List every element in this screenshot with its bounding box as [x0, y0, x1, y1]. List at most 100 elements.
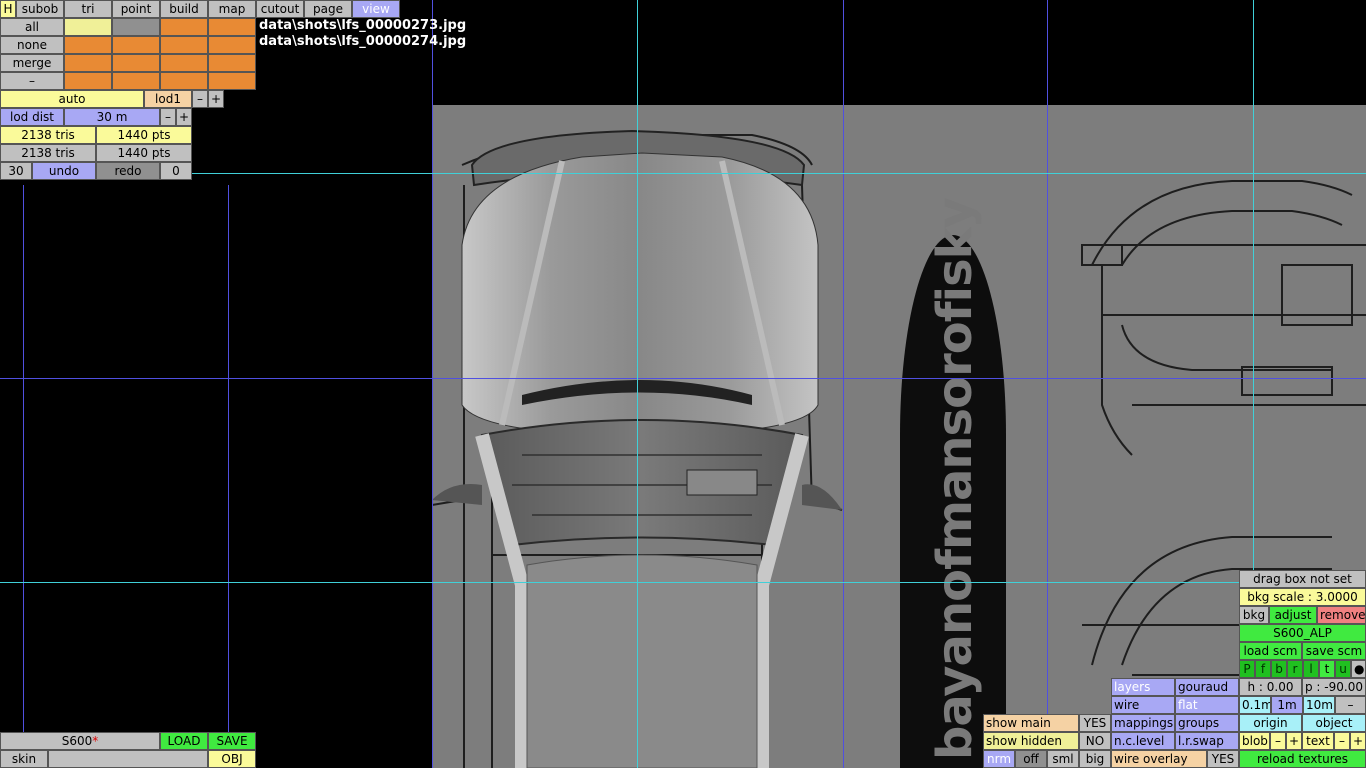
skin-field[interactable]: [48, 750, 208, 768]
tab-view[interactable]: view: [352, 0, 400, 18]
mappings-button[interactable]: mappings: [1111, 714, 1175, 732]
tab-page[interactable]: page: [304, 0, 352, 18]
sel-cell[interactable]: [160, 72, 208, 90]
drag-box-status: drag box not set: [1239, 570, 1366, 588]
lod-dist-minus-button[interactable]: –: [160, 108, 176, 126]
sel-cell[interactable]: [208, 18, 256, 36]
select-all-button[interactable]: all: [0, 18, 64, 36]
reload-textures-button[interactable]: reload textures: [1239, 750, 1366, 768]
layers-button[interactable]: layers: [1111, 678, 1175, 696]
origin-button[interactable]: origin: [1239, 714, 1302, 732]
tab-build[interactable]: build: [160, 0, 208, 18]
text-minus-button[interactable]: –: [1334, 732, 1350, 750]
lod-dist-label: lod dist: [0, 108, 64, 126]
step-0-1m-button[interactable]: 0.1m: [1239, 696, 1271, 714]
view-l-button[interactable]: l: [1303, 660, 1319, 678]
show-hidden-button[interactable]: show hidden: [983, 732, 1079, 750]
obj-button[interactable]: OBJ: [208, 750, 256, 768]
show-main-value[interactable]: YES: [1079, 714, 1111, 732]
bkg-scale[interactable]: bkg scale : 3.0000: [1239, 588, 1366, 606]
text-button[interactable]: text: [1302, 732, 1334, 750]
sel-cell[interactable]: [208, 72, 256, 90]
save-scm-button[interactable]: save scm: [1302, 642, 1366, 660]
view-big-button[interactable]: big: [1079, 750, 1111, 768]
adjust-button[interactable]: adjust: [1269, 606, 1317, 624]
view-p-button[interactable]: P: [1239, 660, 1255, 678]
blob-plus-button[interactable]: +: [1286, 732, 1302, 750]
sel-cell[interactable]: [112, 54, 160, 72]
select-none-button[interactable]: none: [0, 36, 64, 54]
wire-overlay-value[interactable]: YES: [1207, 750, 1239, 768]
sel-cell[interactable]: [64, 72, 112, 90]
view-r-button[interactable]: r: [1287, 660, 1303, 678]
sel-cell[interactable]: [160, 54, 208, 72]
step-1m-button[interactable]: 1m: [1271, 696, 1303, 714]
tab-map[interactable]: map: [208, 0, 256, 18]
view-f-button[interactable]: f: [1255, 660, 1271, 678]
undo-button[interactable]: undo: [32, 162, 96, 180]
axis-line-h: [0, 582, 1366, 583]
axis-line-v: [637, 0, 638, 768]
remove-button[interactable]: remove: [1317, 606, 1366, 624]
tab-tri[interactable]: tri: [64, 0, 112, 18]
step-minus-button[interactable]: –: [1335, 696, 1366, 714]
redo-button[interactable]: redo: [96, 162, 160, 180]
lod-minus-button[interactable]: –: [192, 90, 208, 108]
load-button[interactable]: LOAD: [160, 732, 208, 750]
merge-button[interactable]: merge: [0, 54, 64, 72]
sel-cell[interactable]: [112, 36, 160, 54]
view-dot-button[interactable]: ●: [1351, 660, 1366, 678]
axis-line-h: [190, 173, 1366, 174]
sel-cell[interactable]: [160, 18, 208, 36]
sel-cell[interactable]: [112, 18, 160, 36]
dash-button[interactable]: –: [0, 72, 64, 90]
tab-subob[interactable]: subob: [16, 0, 64, 18]
screenshot-message: data\shots\lfs_00000273.jpg: [259, 18, 467, 33]
load-scm-button[interactable]: load scm: [1239, 642, 1302, 660]
wire-overlay-button[interactable]: wire overlay: [1111, 750, 1207, 768]
sel-cell[interactable]: [208, 36, 256, 54]
pitch-value[interactable]: p : -90.00: [1302, 678, 1366, 696]
watermark-text: bayanofmansorofisky: [927, 198, 983, 760]
sel-cell[interactable]: [160, 36, 208, 54]
sel-cell[interactable]: [64, 18, 112, 36]
filename-field[interactable]: S600*: [0, 732, 160, 750]
lod-plus-button[interactable]: +: [208, 90, 224, 108]
pts-count: 1440 pts: [96, 144, 192, 162]
lod-dist-value[interactable]: 30 m: [64, 108, 160, 126]
undo-count: 30: [0, 162, 32, 180]
nc-level-button[interactable]: n.c.level: [1111, 732, 1175, 750]
wire-button[interactable]: wire: [1111, 696, 1175, 714]
object-button[interactable]: object: [1302, 714, 1366, 732]
sel-cell[interactable]: [208, 54, 256, 72]
step-10m-button[interactable]: 10m: [1303, 696, 1335, 714]
tab-cutout[interactable]: cutout: [256, 0, 304, 18]
tab-point[interactable]: point: [112, 0, 160, 18]
lod-auto-button[interactable]: auto: [0, 90, 144, 108]
show-main-button[interactable]: show main: [983, 714, 1079, 732]
groups-button[interactable]: groups: [1175, 714, 1239, 732]
view-nrm-button[interactable]: nrm: [983, 750, 1015, 768]
blob-minus-button[interactable]: –: [1270, 732, 1286, 750]
lod-dist-plus-button[interactable]: +: [176, 108, 192, 126]
lr-swap-button[interactable]: l.r.swap: [1175, 732, 1239, 750]
lod-level-button[interactable]: lod1: [144, 90, 192, 108]
view-off-button[interactable]: off: [1015, 750, 1047, 768]
blob-button[interactable]: blob: [1239, 732, 1270, 750]
gouraud-button[interactable]: gouraud: [1175, 678, 1239, 696]
view-u-button[interactable]: u: [1335, 660, 1351, 678]
flat-button[interactable]: flat: [1175, 696, 1239, 714]
show-hidden-value[interactable]: NO: [1079, 732, 1111, 750]
save-button[interactable]: SAVE: [208, 732, 256, 750]
bkg-button[interactable]: bkg: [1239, 606, 1269, 624]
heading-value[interactable]: h : 0.00: [1239, 678, 1302, 696]
view-b-button[interactable]: b: [1271, 660, 1287, 678]
sel-cell[interactable]: [112, 72, 160, 90]
sel-cell[interactable]: [64, 54, 112, 72]
sel-cell[interactable]: [64, 36, 112, 54]
view-sml-button[interactable]: sml: [1047, 750, 1079, 768]
text-plus-button[interactable]: +: [1350, 732, 1366, 750]
tab-h[interactable]: H: [0, 0, 16, 18]
view-t-button[interactable]: t: [1319, 660, 1335, 678]
grid-line-v: [1047, 0, 1048, 768]
